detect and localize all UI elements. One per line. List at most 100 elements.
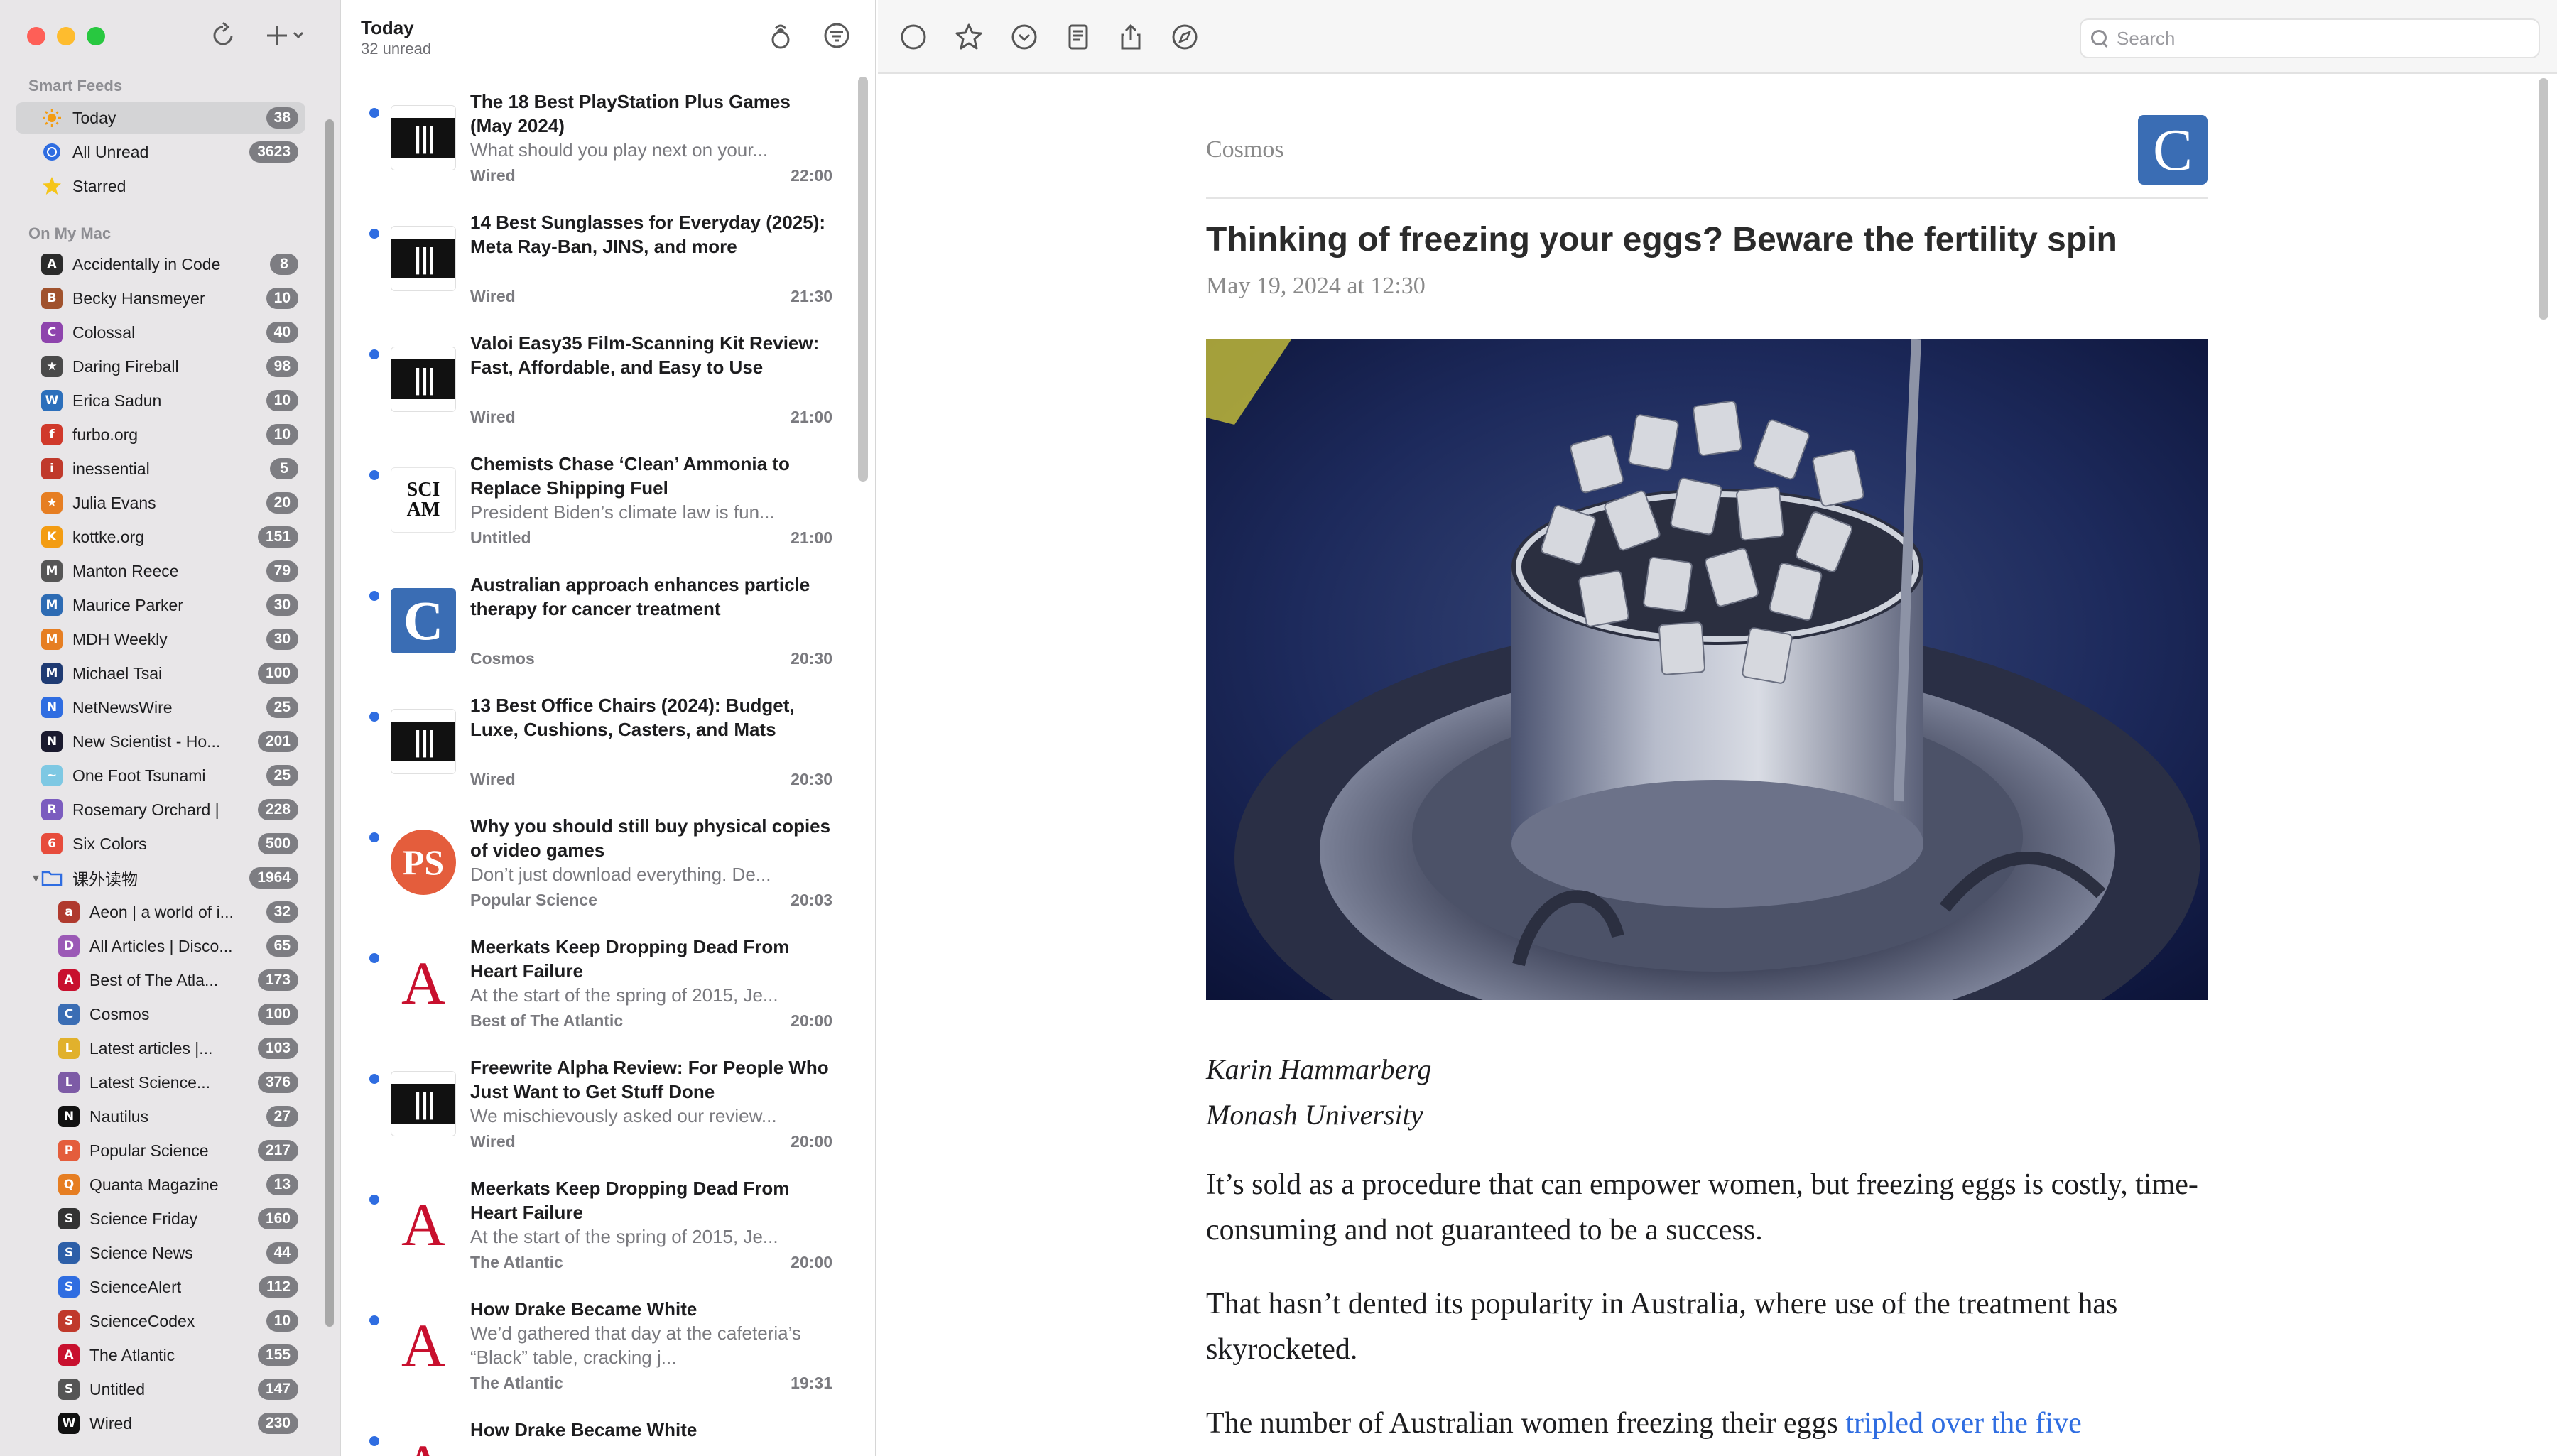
sidebar-feed-item[interactable]: A Best of The Atla... 173 — [16, 965, 305, 996]
scientific-american-thumbnail-icon: SCI AM — [391, 467, 456, 533]
sidebar-item-label: Cosmos — [89, 1004, 150, 1023]
sidebar-feed-item[interactable]: B Becky Hansmeyer 10 — [16, 283, 305, 314]
sidebar-scrollbar[interactable] — [325, 119, 334, 1327]
mark-all-read-icon[interactable] — [769, 20, 793, 55]
sidebar-item-label: Latest Science... — [89, 1072, 211, 1092]
sidebar-feed-item[interactable]: C Colossal 40 — [16, 317, 305, 348]
sidebar-feed-item[interactable]: S ScienceAlert 112 — [16, 1271, 305, 1303]
share-icon[interactable] — [1115, 21, 1146, 53]
unread-count-badge: 217 — [257, 1140, 298, 1161]
sidebar-item-starred[interactable]: Starred — [16, 170, 305, 202]
sidebar-feed-item[interactable]: M MDH Weekly 30 — [16, 624, 305, 655]
sidebar-item-label: Michael Tsai — [72, 663, 163, 683]
reader-view-icon[interactable] — [1063, 21, 1094, 53]
unread-count-badge: 20 — [266, 492, 298, 514]
refresh-icon[interactable] — [210, 20, 236, 58]
popular-science-thumbnail-icon: PS — [391, 830, 456, 895]
filter-icon[interactable] — [823, 21, 851, 53]
sidebar-feed-item[interactable]: f furbo.org 10 — [16, 419, 305, 450]
item-time: 22:00 — [791, 166, 832, 185]
mark-read-circle-icon[interactable] — [898, 21, 929, 53]
sidebar-feed-item[interactable]: a Aeon | a world of i... 32 — [16, 896, 305, 928]
article-feed-name[interactable]: Cosmos — [1206, 136, 1284, 163]
sidebar-feed-item[interactable]: Kkottke.org 151 — [16, 521, 305, 553]
add-icon[interactable] — [266, 20, 308, 58]
sidebar-folder[interactable]: ▾ 课外读物 1964 — [16, 862, 305, 893]
item-time: 20:00 — [791, 1011, 832, 1030]
sidebar-feed-item[interactable]: P Popular Science 217 — [16, 1135, 305, 1166]
sidebar-item-all-unread[interactable]: All Unread 3623 — [16, 136, 305, 168]
timeline-item[interactable]: A Meerkats Keep Dropping Dead From Heart … — [342, 1163, 854, 1284]
timeline-scrollbar[interactable] — [858, 77, 868, 482]
item-title: Why you should still buy physical copies… — [470, 815, 831, 861]
unread-count-badge: 228 — [257, 799, 298, 820]
sidebar-item-today[interactable]: Today 38 — [16, 102, 305, 134]
science-friday-icon: S — [58, 1208, 80, 1229]
open-in-browser-icon[interactable] — [1169, 21, 1200, 53]
sidebar-feed-item[interactable]: M Michael Tsai 100 — [16, 658, 305, 689]
sidebar-item-label: kottke.org — [72, 527, 144, 546]
timeline-item[interactable]: A How Drake Became White — [342, 1405, 854, 1456]
timeline-item[interactable]: ||| 14 Best Sunglasses for Everyday (2025… — [342, 197, 854, 318]
sidebar-feed-item[interactable]: ★ Daring Fireball 98 — [16, 351, 305, 382]
timeline-item[interactable]: ||| Freewrite Alpha Review: For People Wh… — [342, 1043, 854, 1163]
sidebar-feed-item[interactable]: L Latest articles |... 103 — [16, 1033, 305, 1064]
sidebar-feed-item[interactable]: S Science News 44 — [16, 1237, 305, 1268]
one-foot-tsunami-icon: ~ — [41, 765, 63, 786]
sidebar-feed-item[interactable]: W Erica Sadun 10 — [16, 385, 305, 416]
unread-dot — [369, 1436, 379, 1446]
sidebar-feed-item[interactable]: ★ Julia Evans 20 — [16, 487, 305, 518]
article-scrollbar[interactable] — [2539, 78, 2548, 320]
sidebar-feed-item[interactable]: i inessential 5 — [16, 453, 305, 484]
sidebar-feed-item[interactable]: N Nautilus 27 — [16, 1101, 305, 1132]
item-time: 20:03 — [791, 891, 832, 909]
sidebar-feed-item[interactable]: A The Atlantic 155 — [16, 1340, 305, 1371]
sidebar-item-label: Starred — [72, 176, 126, 195]
timeline-item[interactable]: ||| Valoi Easy35 Film-Scanning Kit Review… — [342, 318, 854, 439]
close-window-button[interactable] — [27, 27, 45, 45]
on-my-mac-label: On My Mac — [28, 224, 112, 242]
article-link[interactable]: tripled over the five — [1845, 1407, 2081, 1440]
sidebar-feed-item[interactable]: A Accidentally in Code 8 — [16, 249, 305, 280]
sidebar-feed-item[interactable]: L Latest Science... 376 — [16, 1067, 305, 1098]
zoom-window-button[interactable] — [87, 27, 105, 45]
sidebar-feed-item[interactable]: R Rosemary Orchard | 228 — [16, 794, 305, 825]
daring-fireball-icon: ★ — [41, 356, 63, 377]
sciencecodex-icon: S — [58, 1310, 80, 1332]
sidebar-feed-item[interactable]: C Cosmos 100 — [16, 999, 305, 1030]
atlantic-thumbnail-icon: A — [391, 950, 456, 1016]
unread-dot-icon — [41, 141, 63, 163]
item-time: 21:30 — [791, 287, 832, 305]
timeline-item[interactable]: ||| The 18 Best PlayStation Plus Games (M… — [342, 77, 854, 197]
accidentally-in-code-icon: A — [41, 254, 63, 275]
maurice-parker-icon: M — [41, 594, 63, 616]
sidebar-feed-item[interactable]: S ScienceCodex 10 — [16, 1305, 305, 1337]
sidebar-feed-item[interactable]: M Maurice Parker 30 — [16, 590, 305, 621]
next-unread-icon[interactable] — [1009, 21, 1040, 53]
timeline-item[interactable]: C Australian approach enhances particle t… — [342, 560, 854, 680]
star-icon[interactable] — [953, 21, 984, 53]
sidebar-feed-item[interactable]: Q Quanta Magazine 13 — [16, 1169, 305, 1200]
chevron-down-icon[interactable]: ▾ — [33, 871, 39, 886]
item-title: Chemists Chase ‘Clean’ Ammonia to Replac… — [470, 453, 790, 499]
timeline-item[interactable]: A Meerkats Keep Dropping Dead From Heart … — [342, 922, 854, 1043]
timeline-item[interactable]: PS Why you should still buy physical copi… — [342, 801, 854, 922]
sidebar-feed-item[interactable]: M Manton Reece 79 — [16, 555, 305, 587]
item-time: 20:30 — [791, 649, 832, 668]
unread-dot — [369, 1195, 379, 1205]
minimize-window-button[interactable] — [57, 27, 75, 45]
sidebar-feed-item[interactable]: W Wired 230 — [16, 1408, 305, 1439]
sidebar-feed-item[interactable]: S Science Friday 160 — [16, 1203, 305, 1234]
timeline-item[interactable]: A How Drake Became White We’d gathered tha… — [342, 1284, 854, 1405]
timeline-item[interactable]: ||| 13 Best Office Chairs (2024): Budget,… — [342, 680, 854, 801]
sidebar-feed-item[interactable]: S Untitled 147 — [16, 1374, 305, 1405]
unread-count-badge: 500 — [257, 833, 298, 854]
item-title: Australian approach enhances particle th… — [470, 574, 810, 619]
search-input[interactable]: Search — [2080, 18, 2540, 58]
sidebar-feed-item[interactable]: ~ One Foot Tsunami 25 — [16, 760, 305, 791]
sidebar-feed-item[interactable]: D All Articles | Disco... 65 — [16, 930, 305, 962]
sidebar-feed-item[interactable]: N NetNewsWire 25 — [16, 692, 305, 723]
sidebar-feed-item[interactable]: N New Scientist - Ho... 201 — [16, 726, 305, 757]
sidebar-feed-item[interactable]: 6 Six Colors 500 — [16, 828, 305, 859]
timeline-item[interactable]: SCI AM Chemists Chase ‘Clean’ Ammonia to R… — [342, 439, 854, 560]
